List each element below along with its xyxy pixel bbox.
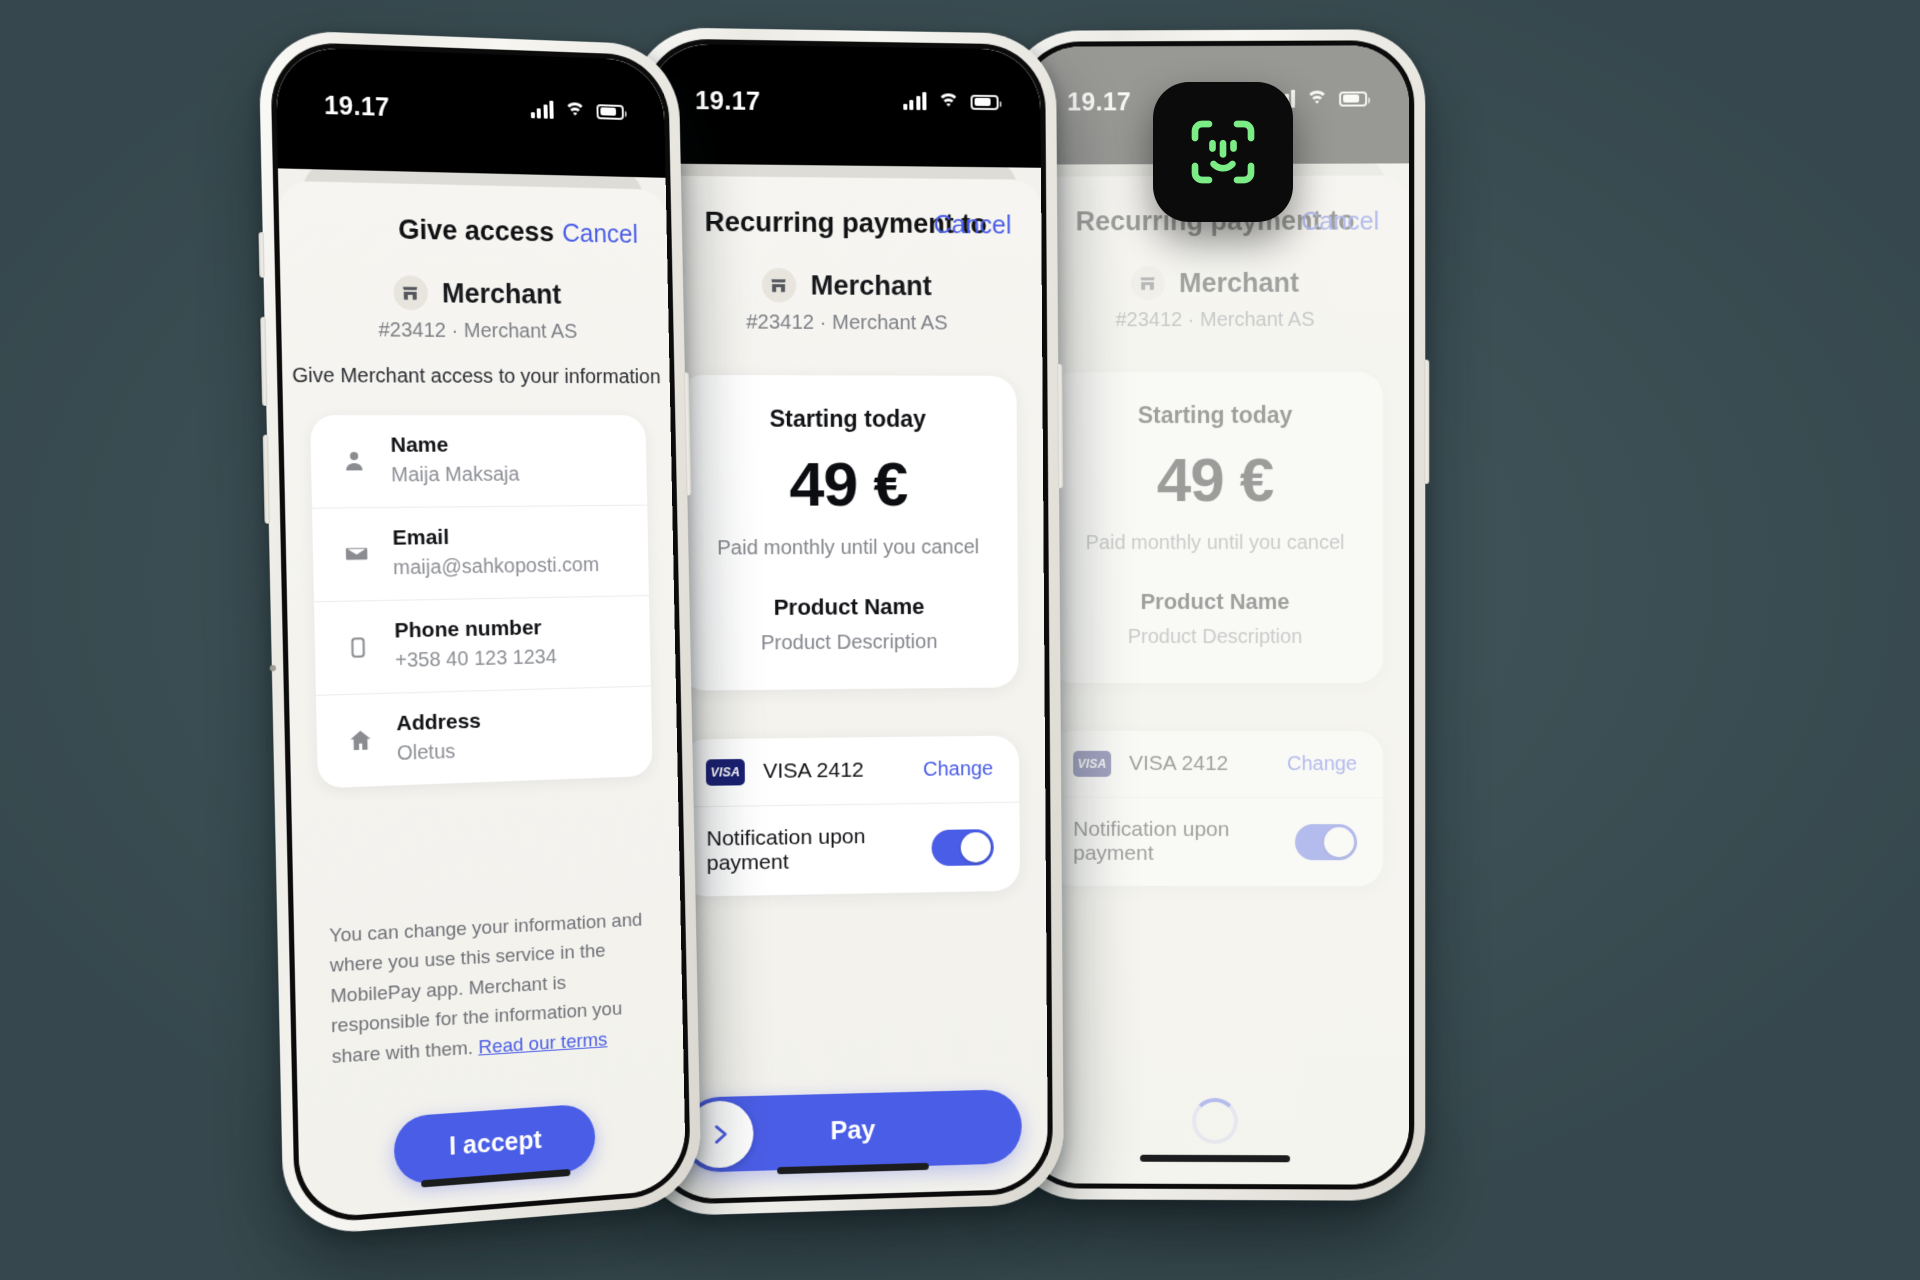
status-bar: 19.17 [647, 43, 1041, 168]
merchant-subtitle: #23412 · Merchant AS [378, 319, 578, 343]
payment-method-card: VISA VISA 2412 Change Notification upon … [679, 735, 1021, 897]
user-info-card: Name Maija Maksaja Email maija@sahkopost… [310, 415, 653, 789]
info-row-name[interactable]: Name Maija Maksaja [310, 415, 647, 508]
payment-method-label: VISA 2412 [763, 758, 864, 784]
wifi-icon [564, 101, 587, 125]
product-name: Product Name [773, 593, 925, 620]
scene: 19.17 Give access Cancel Merchant #23412… [0, 0, 1920, 1280]
info-value: maija@sahkoposti.com [392, 554, 600, 580]
disclaimer: You can change your information and wher… [329, 905, 651, 1078]
info-value: Maija Maksaja [390, 463, 520, 487]
notification-row[interactable]: Notification upon payment [679, 801, 1021, 897]
payment-summary-card: Starting today 49 € Paid monthly until y… [676, 374, 1019, 691]
info-label: Phone number [394, 616, 542, 643]
merchant-subtitle: #23412 · Merchant AS [746, 311, 948, 335]
amount-value: 49 € [789, 450, 908, 520]
status-time: 19.17 [695, 86, 761, 117]
face-id-icon [1191, 120, 1255, 184]
info-row-email[interactable]: Email maija@sahkoposti.com [311, 504, 650, 602]
info-label: Email [392, 525, 450, 550]
battery-icon [596, 103, 624, 120]
status-time: 19.17 [323, 91, 390, 123]
recurring-payment-sheet: Recurring payment to Cancel Merchant [648, 175, 1049, 1201]
status-icons [902, 92, 999, 116]
status-bar: 19.17 [275, 46, 666, 178]
volume-down-button[interactable] [262, 434, 270, 524]
home-icon [343, 727, 376, 754]
phone-bezel: 19.17 Recurring payment to Cancel [642, 38, 1054, 1206]
cancel-button[interactable]: Cancel [562, 219, 638, 249]
paid-note: Paid monthly until you cancel [717, 536, 980, 560]
info-label: Address [396, 709, 482, 736]
camera-dot [269, 664, 277, 672]
envelope-icon [339, 541, 372, 567]
merchant-row: Merchant [649, 267, 1042, 304]
give-access-sheet: Give access Cancel Merchant #23412 · Mer… [278, 180, 687, 1220]
info-row-address[interactable]: Address Oletus [315, 685, 653, 789]
storefront-icon [393, 275, 429, 311]
mute-switch[interactable] [258, 232, 265, 278]
info-row-phone[interactable]: Phone number +358 40 123 1234 [313, 595, 651, 695]
starting-label: Starting today [769, 405, 927, 432]
notification-toggle[interactable] [931, 829, 994, 867]
info-value: Oletus [396, 740, 456, 765]
sheet-header: Recurring payment to Cancel [648, 176, 1041, 266]
phone-give-access: 19.17 Give access Cancel Merchant #23412… [258, 29, 702, 1238]
payment-method-row[interactable]: VISA VISA 2412 Change [679, 735, 1019, 806]
slide-to-pay[interactable]: Pay [681, 1089, 1022, 1173]
battery-icon [970, 94, 999, 110]
sheet-header: Give access Cancel [278, 181, 667, 275]
notification-label: Notification upon payment [706, 824, 866, 876]
merchant-block: Merchant #23412 · Merchant AS [649, 267, 1042, 336]
accept-button-row: I accept [297, 1055, 686, 1219]
power-button[interactable] [1057, 363, 1064, 489]
storefront-icon [761, 267, 797, 303]
access-note: Give Merchant access to your information [291, 364, 661, 389]
power-button[interactable] [1424, 359, 1430, 484]
merchant-row: Merchant [280, 274, 668, 313]
cellular-signal-icon [530, 100, 554, 119]
wifi-icon [937, 92, 960, 116]
visa-icon: VISA [705, 758, 745, 786]
read-our-terms-link[interactable]: Read our terms [478, 1029, 607, 1058]
merchant-name: Merchant [441, 277, 562, 310]
person-icon [338, 448, 371, 473]
merchant-name: Merchant [810, 269, 932, 301]
cellular-signal-icon [902, 92, 927, 111]
info-label: Name [390, 433, 449, 457]
pay-slider-row: Pay [655, 1054, 1048, 1200]
merchant-block: Merchant #23412 · Merchant AS [280, 274, 669, 345]
home-indicator[interactable] [1140, 1154, 1291, 1163]
info-value: +358 40 123 1234 [394, 645, 557, 673]
status-icons [530, 100, 624, 125]
phone-screen: 19.17 Recurring payment to Cancel [647, 43, 1049, 1201]
phone-bezel: 19.17 Give access Cancel Merchant #23412… [270, 41, 691, 1226]
face-id-prompt [1153, 82, 1293, 222]
smartphone-icon [341, 635, 374, 658]
product-description: Product Description [760, 630, 938, 655]
change-card-button[interactable]: Change [923, 757, 993, 781]
phone-screen: 19.17 Give access Cancel Merchant #23412… [275, 46, 687, 1220]
volume-up-button[interactable] [260, 316, 268, 406]
cancel-button[interactable]: Cancel [933, 211, 1011, 241]
